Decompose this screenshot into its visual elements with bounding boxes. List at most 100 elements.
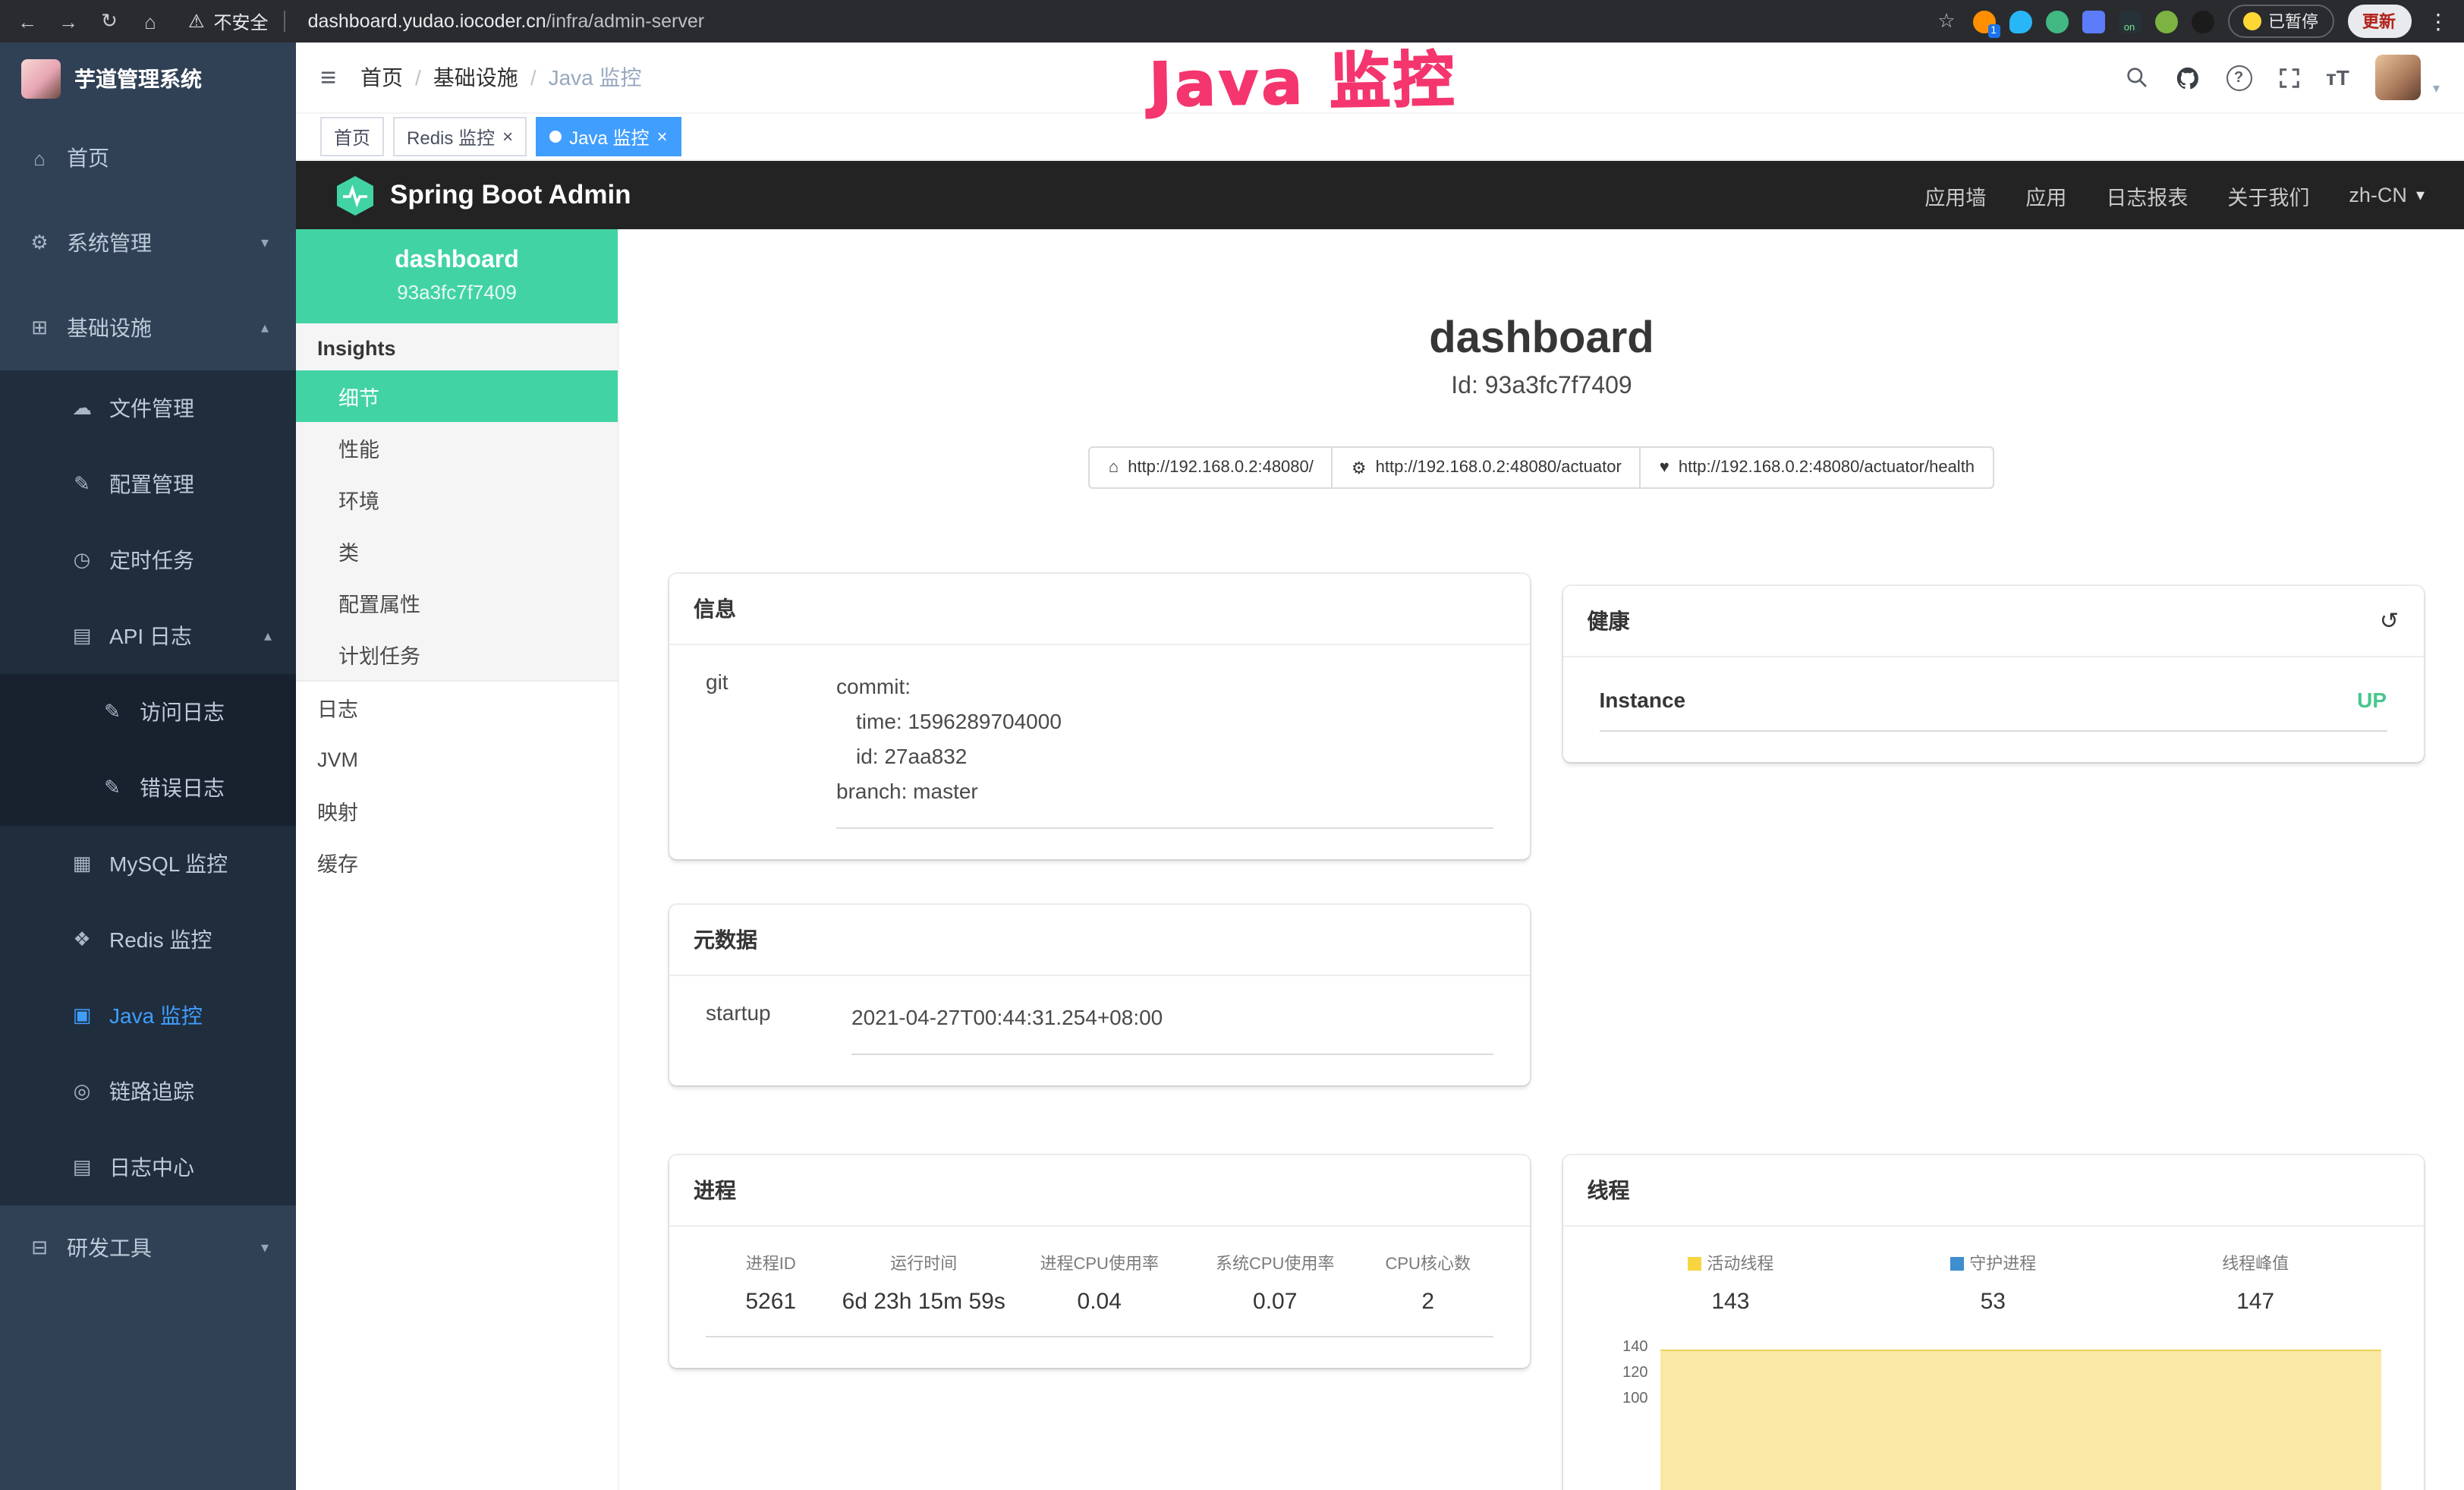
leaf-extension-icon[interactable]	[2154, 10, 2177, 33]
tab-redis-monitor[interactable]: Redis 监控 ×	[393, 117, 527, 156]
sidebar-item-tracing[interactable]: ◎ 链路追踪	[0, 1054, 296, 1129]
sba-sidebar: dashboard 93a3fc7f7409 Insights 细节 性能 环境…	[296, 229, 619, 1490]
sidebar-item-log-center[interactable]: ▤ 日志中心	[0, 1129, 296, 1205]
app-sidebar: 芋道管理系统 ⌂ 首页 ⚙ 系统管理 ▾ ⊞ 基础设施 ▴ ☁ 文件管理 ✎	[0, 43, 296, 1490]
back-icon[interactable]: ←	[15, 10, 39, 33]
sba-item-scheduled-tasks[interactable]: 计划任务	[296, 628, 618, 680]
process-card: 进程 进程ID 5261 运行时间	[669, 1155, 1530, 1368]
edit-icon: ✎	[100, 776, 124, 800]
threads-card-title: 线程	[1563, 1155, 2424, 1227]
fullscreen-icon[interactable]	[2277, 66, 2300, 89]
sidebar-item-label: 文件管理	[109, 393, 194, 424]
sba-brand[interactable]: Spring Boot Admin	[335, 174, 631, 216]
sba-item-environment[interactable]: 环境	[296, 474, 618, 525]
legend-value: 143	[1600, 1289, 1862, 1315]
health-url-button[interactable]: ♥ http://192.168.0.2:48080/actuator/heal…	[1640, 446, 1994, 489]
service-url-button[interactable]: ⌂ http://192.168.0.2:48080/	[1089, 446, 1333, 489]
font-size-icon[interactable]: тT	[2326, 65, 2349, 90]
sba-item-caches[interactable]: 缓存	[296, 836, 618, 888]
update-button[interactable]: 更新	[2347, 5, 2411, 38]
app-brand[interactable]: 芋道管理系统	[0, 43, 296, 115]
process-card-title: 进程	[669, 1155, 1530, 1227]
sidebar-item-scheduled-tasks[interactable]: ◷ 定时任务	[0, 522, 296, 598]
forward-icon[interactable]: →	[56, 10, 80, 33]
stat-value: 0.04	[1012, 1289, 1188, 1315]
monitor-icon: ⊞	[27, 316, 52, 340]
instance-header[interactable]: dashboard 93a3fc7f7409	[296, 229, 618, 323]
address-bar[interactable]: dashboard.yudao.iocoder.cn/infra/admin-s…	[308, 11, 705, 32]
help-icon[interactable]: ?	[2226, 65, 2252, 90]
breadcrumb-infrastructure[interactable]: 基础设施	[433, 62, 518, 93]
switch-extension-icon[interactable]: on	[2118, 10, 2141, 33]
service-url-label: http://192.168.0.2:48080/	[1128, 458, 1314, 477]
github-icon[interactable]	[2174, 65, 2200, 90]
sidebar-item-system-mgmt[interactable]: ⚙ 系统管理 ▾	[0, 200, 296, 285]
sba-item-jvm[interactable]: JVM	[296, 733, 618, 785]
nav-applications[interactable]: 应用	[2025, 180, 2066, 210]
bookmark-star-icon[interactable]: ☆	[1934, 9, 1959, 33]
sidebar-item-config-mgmt[interactable]: ✎ 配置管理	[0, 446, 296, 522]
nav-journal[interactable]: 日志报表	[2106, 180, 2188, 210]
sidebar-item-java-monitor[interactable]: ▣ Java 监控	[0, 978, 296, 1054]
heart-icon: ♥	[1660, 458, 1669, 477]
close-icon[interactable]: ×	[656, 128, 667, 146]
process-stat: CPU核心数 2	[1363, 1251, 1493, 1315]
vue-devtools-icon[interactable]	[2045, 10, 2068, 33]
droplet-extension-icon[interactable]	[2009, 10, 2031, 33]
puppeteer-extension-icon[interactable]	[2191, 10, 2214, 33]
sba-body: dashboard 93a3fc7f7409 Insights 细节 性能 环境…	[296, 229, 2464, 1490]
sba-item-label: JVM	[317, 748, 358, 770]
sba-item-config-props[interactable]: 配置属性	[296, 577, 618, 628]
sba-item-details[interactable]: 细节	[296, 370, 618, 422]
nav-wallboard[interactable]: 应用墙	[1924, 180, 1986, 210]
paused-chip[interactable]: 已暂停	[2227, 5, 2333, 38]
legend-daemon-threads: 守护进程 53	[1861, 1251, 2124, 1315]
y-tick: 100	[1600, 1391, 1648, 1416]
close-icon[interactable]: ×	[502, 128, 513, 146]
cards-grid: 信息 git commit: time: 1596289704000 id: 2…	[669, 574, 2423, 1490]
sba-item-mappings[interactable]: 映射	[296, 785, 618, 836]
sidebar-item-api-logs[interactable]: ▤ API 日志 ▴	[0, 598, 296, 674]
sidebar-item-home[interactable]: ⌂ 首页	[0, 115, 296, 200]
hamburger-icon[interactable]: ≡	[320, 61, 336, 93]
nav-about[interactable]: 关于我们	[2227, 180, 2309, 210]
tab-java-monitor[interactable]: Java 监控 ×	[536, 117, 681, 156]
legend-live-threads: 活动线程 143	[1600, 1251, 1862, 1315]
breadcrumb: 首页 / 基础设施 / Java 监控	[360, 62, 642, 93]
sidebar-item-redis-monitor[interactable]: ❖ Redis 监控	[0, 902, 296, 978]
sba-item-logs[interactable]: 日志	[296, 682, 618, 733]
sidebar-item-error-logs[interactable]: ✎ 错误日志	[0, 750, 296, 826]
sidebar-item-label: 系统管理	[67, 228, 152, 258]
metadata-card: 元数据 startup 2021-04-27T00:44:31.254+08:0…	[669, 905, 1530, 1085]
grid-extension-icon[interactable]	[2082, 10, 2104, 33]
metadata-row-label: startup	[706, 1000, 851, 1055]
sidebar-item-access-logs[interactable]: ✎ 访问日志	[0, 674, 296, 750]
sidebar-item-label: MySQL 监控	[109, 849, 228, 879]
sidebar-item-file-mgmt[interactable]: ☁ 文件管理	[0, 370, 296, 446]
breadcrumb-separator: /	[530, 65, 537, 90]
sidebar-item-devtools[interactable]: ⊟ 研发工具 ▾	[0, 1205, 296, 1290]
legend-peak-threads: 线程峰值 147	[2124, 1251, 2387, 1315]
tab-label: Redis 监控	[407, 124, 495, 150]
sidebar-item-infrastructure[interactable]: ⊞ 基础设施 ▴	[0, 285, 296, 370]
history-icon[interactable]: ↺	[2380, 607, 2399, 635]
browser-home-icon[interactable]: ⌂	[138, 10, 162, 33]
language-selector[interactable]: zh-CN ▾	[2349, 184, 2425, 206]
sba-item-metrics[interactable]: 性能	[296, 422, 618, 474]
git-branch-line: branch: master	[836, 774, 1493, 809]
avatar[interactable]	[2375, 55, 2421, 100]
security-chip[interactable]: ⚠ 不安全	[188, 8, 291, 34]
breadcrumb-home[interactable]: 首页	[360, 62, 403, 93]
tab-home[interactable]: 首页	[320, 117, 384, 156]
reload-icon[interactable]: ↻	[97, 9, 121, 33]
sidebar-item-mysql-monitor[interactable]: ▦ MySQL 监控	[0, 826, 296, 902]
sba-item-classes[interactable]: 类	[296, 525, 618, 577]
health-card-title: 健康	[1588, 606, 1630, 636]
actuator-url-button[interactable]: ⚙ http://192.168.0.2:48080/actuator	[1332, 446, 1641, 489]
browser-menu-icon[interactable]: ⋮	[2428, 8, 2449, 34]
search-icon[interactable]	[2124, 65, 2148, 90]
avatar-caret-icon[interactable]: ▾	[2433, 80, 2440, 100]
extension-icon[interactable]: 1	[1972, 10, 1995, 33]
live-threads-area	[1660, 1350, 2381, 1490]
wrench-icon: ⚙	[1352, 458, 1367, 477]
